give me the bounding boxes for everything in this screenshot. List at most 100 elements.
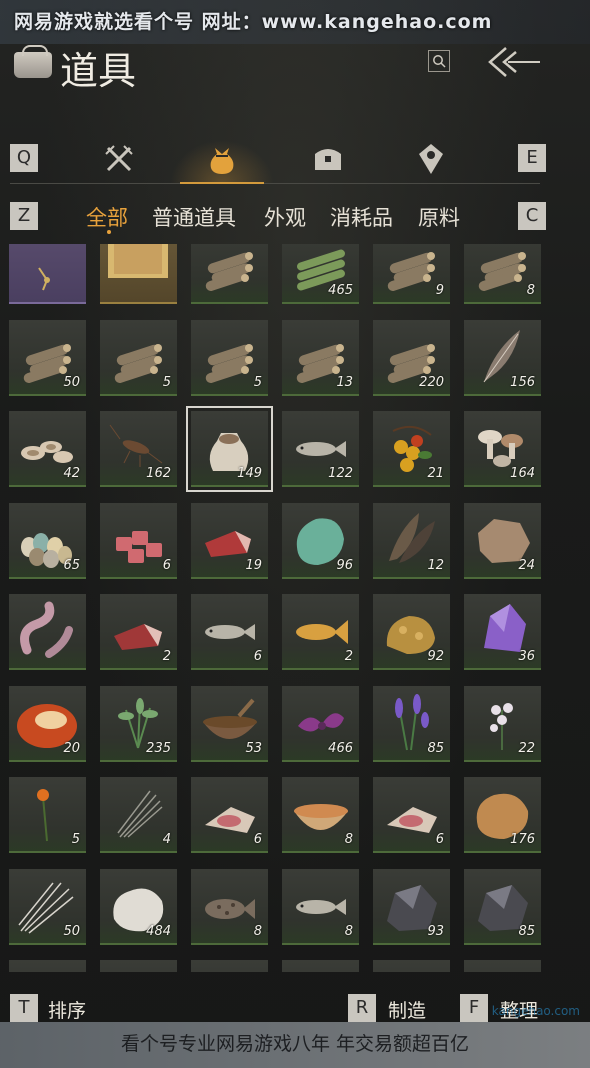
inventory-slot[interactable]: 21 [373, 411, 450, 487]
item-quantity: 6 [253, 832, 262, 847]
log-pile-icon [100, 960, 177, 972]
inventory-slot[interactable]: 96 [282, 502, 359, 579]
white-flower-icon [464, 960, 541, 972]
chest-icon[interactable] [311, 142, 345, 176]
watermark-corner: kangehao.com [491, 1004, 580, 1018]
blue-ore-icon [9, 960, 86, 972]
item-quantity: 466 [328, 740, 353, 756]
inventory-slot[interactable]: 12 [373, 502, 450, 579]
inventory-slot[interactable]: 220 [373, 319, 450, 396]
item-quantity: 176 [510, 832, 535, 847]
inventory-slot[interactable]: 65 [9, 502, 86, 579]
item-quantity: 53 [245, 740, 262, 756]
inventory-slot[interactable]: 149 [186, 406, 273, 492]
ornament-icon [38, 267, 50, 291]
inventory-slot[interactable]: 5 [9, 777, 86, 853]
inventory-slot[interactable]: 6 [191, 594, 268, 670]
item-quantity: 5 [71, 832, 80, 847]
page-title: 道具 [60, 49, 137, 93]
inventory-slot[interactable]: 8 [191, 868, 268, 945]
inventory-slot[interactable]: 13 [282, 319, 359, 396]
inventory-slot[interactable]: 50 [9, 319, 86, 396]
crossed-swords-icon[interactable] [102, 142, 136, 176]
inventory-slot[interactable]: 36 [464, 594, 541, 670]
inventory-slot[interactable]: 5 [191, 319, 268, 396]
item-quantity: 8 [526, 283, 535, 298]
inventory-slot[interactable]: 235 [100, 685, 177, 762]
inventory-slot[interactable] [9, 594, 86, 670]
inventory-slot[interactable]: 164 [464, 411, 541, 487]
inventory-slot[interactable]: 156 [464, 319, 541, 396]
item-quantity: 235 [146, 740, 171, 756]
inventory-slot[interactable]: 466 [282, 685, 359, 762]
search-button[interactable] [428, 50, 450, 72]
inventory-slot[interactable]: 22 [464, 685, 541, 762]
inventory-slot[interactable] [100, 960, 177, 972]
inventory-slot[interactable]: 9 [373, 244, 450, 304]
item-quantity: 122 [328, 466, 353, 481]
inventory-slot[interactable]: 93 [373, 868, 450, 945]
inventory-slot[interactable]: 50 [9, 868, 86, 945]
inventory-slot[interactable]: 6 [373, 777, 450, 853]
item-quantity: 6 [162, 557, 171, 573]
key-hint-r[interactable]: R [348, 994, 376, 1022]
back-arrow-icon[interactable] [486, 44, 542, 80]
map-pin-icon[interactable] [414, 142, 448, 176]
inventory-slot[interactable] [191, 244, 268, 304]
inventory-slot[interactable]: 484 [100, 868, 177, 945]
inventory-slot[interactable]: 122 [282, 411, 359, 487]
key-hint-c[interactable]: C [518, 202, 546, 230]
inventory-slot[interactable]: 176 [464, 777, 541, 853]
bag-icon [14, 45, 52, 78]
inventory-slot[interactable] [464, 960, 541, 972]
inventory-slot[interactable]: 6 [100, 502, 177, 579]
inventory-slot[interactable]: 2 [282, 594, 359, 670]
inventory-slot[interactable]: 19 [191, 502, 268, 579]
item-quantity: 96 [336, 557, 353, 573]
craft-button[interactable]: 制造 [388, 996, 426, 1023]
inventory-slot[interactable]: 8 [282, 777, 359, 853]
inventory-slot[interactable]: 53 [191, 685, 268, 762]
inventory-slot[interactable] [100, 244, 177, 304]
inventory-slot[interactable]: 5 [100, 319, 177, 396]
header: 道具 [0, 34, 590, 94]
subtab-consumables[interactable]: 消耗品 [330, 202, 393, 232]
inventory-slot[interactable] [373, 960, 450, 972]
item-quantity: 92 [427, 649, 444, 664]
inventory-grid-viewport[interactable]: 465 9 8 50 5 5 13 220 156 42 162 149 122 21 164 65 6 19 96… [0, 244, 590, 972]
inventory-slot[interactable] [282, 960, 359, 972]
subtab-materials[interactable]: 原料 [418, 202, 460, 232]
item-quantity: 2 [344, 649, 353, 664]
subtab-appearance[interactable]: 外观 [264, 202, 306, 232]
inventory-slot[interactable]: 24 [464, 502, 541, 579]
inventory-slot[interactable]: 162 [100, 411, 177, 487]
key-hint-e[interactable]: E [518, 144, 546, 172]
item-quantity: 6 [253, 649, 262, 664]
inventory-slot[interactable]: 8 [282, 868, 359, 945]
item-quantity: 36 [518, 649, 535, 664]
key-hint-t[interactable]: T [10, 994, 38, 1022]
inventory-slot[interactable]: 42 [9, 411, 86, 487]
inventory-slot[interactable] [9, 960, 86, 972]
subtab-common-items[interactable]: 普通道具 [152, 202, 236, 232]
inventory-slot[interactable]: 6 [191, 777, 268, 853]
inventory-slot[interactable]: 85 [373, 685, 450, 762]
inventory-slot[interactable]: 4 [100, 777, 177, 853]
subtab-all[interactable]: 全部 [86, 202, 128, 232]
inventory-slot[interactable]: 85 [464, 868, 541, 945]
pouch-icon[interactable] [205, 142, 239, 176]
item-quantity: 5 [162, 374, 171, 390]
inventory-slot[interactable]: 2 [100, 594, 177, 670]
inventory-slot[interactable] [191, 960, 268, 972]
item-quantity: 65 [63, 557, 80, 573]
item-quantity: 164 [510, 466, 535, 481]
key-hint-q[interactable]: Q [10, 144, 38, 172]
inventory-slot[interactable]: 20 [9, 685, 86, 762]
inventory-slot[interactable]: 8 [464, 244, 541, 304]
inventory-slot[interactable]: 465 [282, 244, 359, 304]
item-quantity: 21 [427, 466, 444, 481]
sort-button[interactable]: 排序 [48, 996, 86, 1023]
inventory-slot[interactable] [9, 244, 86, 304]
inventory-slot[interactable]: 92 [373, 594, 450, 670]
key-hint-z[interactable]: Z [10, 202, 38, 230]
